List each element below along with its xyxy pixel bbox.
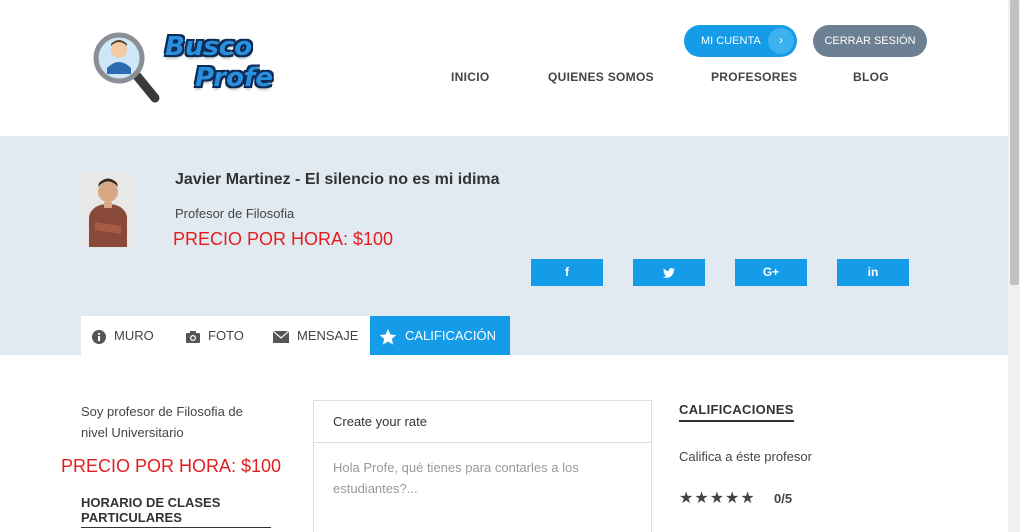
schedule-heading: HORARIO DE CLASES PARTICULARES: [81, 495, 271, 528]
logo-text: Busco Profe: [165, 32, 273, 94]
star-icon[interactable]: ★: [679, 490, 694, 507]
star-icon[interactable]: ★: [725, 490, 740, 507]
hourly-price: PRECIO POR HORA: $100: [61, 456, 282, 476]
envelope-icon: [273, 330, 289, 343]
avatar: [81, 172, 134, 247]
star-icon[interactable]: ★: [694, 490, 709, 507]
google-plus-share-button[interactable]: G+: [735, 259, 807, 286]
star-icon: [379, 328, 397, 345]
google-plus-icon: G+: [762, 265, 780, 279]
tab-mensaje-label: MENSAJE: [297, 328, 359, 343]
nav-blog[interactable]: BLOG: [853, 70, 889, 84]
logout-button[interactable]: CERRAR SESIÓN: [813, 25, 927, 57]
ratings-heading: CALIFICACIONES: [679, 402, 794, 422]
rating-score: 0/5: [774, 491, 793, 506]
chevron-right-icon: ›: [768, 28, 794, 54]
tab-foto[interactable]: FOTO: [186, 316, 244, 355]
my-account-button[interactable]: MI CUENTA ›: [684, 25, 797, 57]
star-icon[interactable]: ★: [740, 490, 755, 507]
profile-price: PRECIO POR HORA: $100: [173, 229, 394, 249]
logout-label: CERRAR SESIÓN: [824, 35, 916, 47]
linkedin-share-button[interactable]: in: [837, 259, 909, 286]
tab-calificacion[interactable]: CALIFICACIÓN: [370, 316, 510, 355]
nav-quienes-somos[interactable]: QUIENES SOMOS: [548, 70, 654, 84]
info-icon: [92, 329, 106, 344]
page-scrollbar[interactable]: [1008, 0, 1020, 532]
profile-name: Javier Martinez - El silencio no es mi i…: [175, 171, 500, 188]
facebook-share-button[interactable]: f: [531, 259, 603, 286]
nav-profesores[interactable]: PROFESORES: [711, 70, 797, 84]
magnifier-logo-icon: [93, 32, 160, 103]
nav-inicio[interactable]: INICIO: [451, 70, 489, 84]
logo-line-2: Profe: [195, 63, 273, 93]
scrollbar-thumb[interactable]: [1010, 0, 1019, 285]
create-rate-title: Create your rate: [314, 401, 651, 443]
tab-foto-label: FOTO: [208, 328, 244, 343]
facebook-icon: f: [565, 265, 569, 279]
tab-mensaje[interactable]: MENSAJE: [273, 316, 358, 355]
tab-muro-label: MURO: [114, 328, 154, 343]
profile-photo: [81, 172, 134, 247]
linkedin-icon: in: [867, 265, 879, 279]
rate-comment-textarea[interactable]: Hola Profe, qué tienes para contarles a …: [314, 443, 651, 513]
twitter-share-button[interactable]: [633, 259, 705, 286]
ratings-subtitle: Califica a éste profesor: [679, 449, 812, 464]
create-rate-panel: Create your rate Hola Profe, qué tienes …: [313, 400, 652, 532]
page: Busco Profe MI CUENTA › CERRAR SESIÓN IN…: [0, 0, 1020, 532]
profile-subject: Profesor de Filosofia: [175, 206, 295, 221]
profile-intro: Soy profesor de Filosofia de nivel Unive…: [81, 404, 243, 440]
logo-line-1: Busco: [165, 32, 253, 62]
star-rating[interactable]: ★★★★★: [679, 488, 756, 508]
site-logo[interactable]: Busco Profe: [93, 30, 273, 106]
tab-calificacion-label: CALIFICACIÓN: [405, 328, 497, 343]
tab-muro[interactable]: MURO: [92, 316, 154, 355]
twitter-icon: [663, 267, 675, 278]
site-header: Busco Profe MI CUENTA › CERRAR SESIÓN IN…: [0, 0, 1008, 136]
star-icon[interactable]: ★: [710, 490, 725, 507]
my-account-label: MI CUENTA: [701, 35, 761, 47]
camera-icon: [186, 330, 200, 343]
